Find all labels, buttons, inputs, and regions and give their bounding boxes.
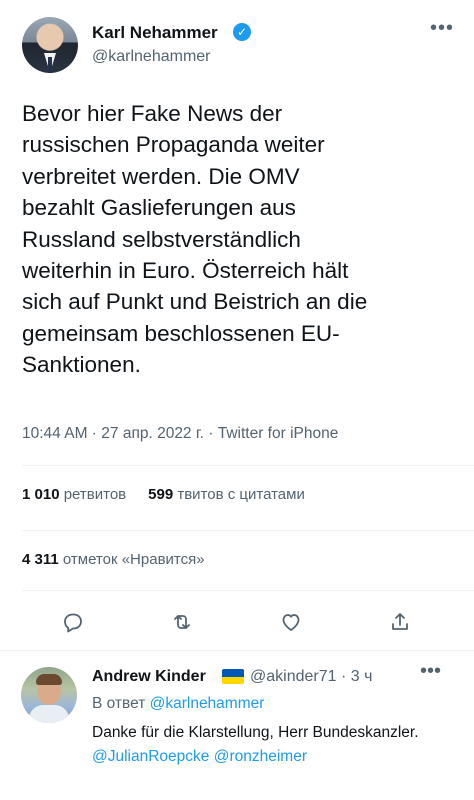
- reply-to-label: В ответ: [92, 695, 146, 712]
- reply-meta: @akinder71 · 3 ч: [250, 668, 372, 686]
- reply-author-name[interactable]: Andrew Kinder: [92, 668, 206, 686]
- author-avatar[interactable]: [22, 17, 78, 73]
- divider: [22, 590, 474, 591]
- share-button[interactable]: [382, 604, 418, 640]
- tweet-meta: 10:44 AM · 27 апр. 2022 г. · Twitter for…: [22, 425, 338, 443]
- divider: [0, 650, 474, 651]
- meta-separator: ·: [87, 425, 102, 442]
- reply-mention-2[interactable]: @ronzheimer: [214, 748, 307, 765]
- retweet-icon: [174, 615, 190, 629]
- reply-more-options-icon[interactable]: •••: [420, 661, 441, 681]
- retweet-button[interactable]: [164, 604, 200, 640]
- retweets-stat[interactable]: 1 010 ретвитов: [22, 486, 126, 503]
- avatar-body: [29, 705, 69, 723]
- retweet-stats: 1 010 ретвитов 599 твитов с цитатами: [22, 486, 305, 503]
- reply-tweet[interactable]: Andrew Kinder @akinder71 · 3 ч ••• В отв…: [0, 655, 474, 800]
- tweet-source[interactable]: Twitter for iPhone: [218, 425, 339, 442]
- quotes-label: твитов с цитатами: [177, 486, 305, 503]
- reply-to-line: В ответ @karlnehammer: [92, 695, 264, 713]
- author-name[interactable]: Karl Nehammer: [92, 23, 218, 43]
- divider: [22, 465, 474, 466]
- likes-stat[interactable]: 4 311 отметок «Нравится»: [22, 551, 205, 568]
- author-handle[interactable]: @karlnehammer: [92, 48, 211, 66]
- quotes-count: 599: [148, 486, 174, 503]
- tweet-date[interactable]: 27 апр. 2022 г.: [101, 425, 204, 442]
- reply-author-handle[interactable]: @akinder71: [250, 668, 337, 685]
- meta-separator: ·: [336, 668, 351, 685]
- more-options-icon[interactable]: •••: [430, 18, 454, 38]
- meta-separator: ·: [203, 425, 218, 442]
- tweet-time[interactable]: 10:44 AM: [22, 425, 88, 442]
- reply-button[interactable]: [55, 604, 91, 640]
- retweets-count: 1 010: [22, 486, 60, 503]
- reply-text: Danke für die Klarstellung, Herr Bundesk…: [92, 721, 464, 769]
- like-icon: [282, 614, 300, 631]
- share-icon: [392, 613, 408, 630]
- verified-badge-icon: ✓: [233, 23, 251, 41]
- avatar-tie: [48, 57, 52, 73]
- reply-time[interactable]: 3 ч: [351, 668, 373, 685]
- reply-text-body: Danke für die Klarstellung, Herr Bundesk…: [92, 724, 419, 741]
- retweets-label: ретвитов: [63, 486, 127, 503]
- likes-label: отметок «Нравится»: [62, 551, 205, 568]
- reply-icon: [64, 613, 82, 633]
- reply-to-mention[interactable]: @karlnehammer: [150, 695, 265, 712]
- divider: [22, 530, 474, 531]
- like-button[interactable]: [273, 604, 309, 640]
- avatar-hair: [36, 674, 62, 685]
- ukraine-flag-icon: [222, 669, 244, 684]
- tweet-text: Bevor hier Fake News der russischen Prop…: [22, 101, 368, 378]
- reply-mention-1[interactable]: @JulianRoepcke: [92, 748, 209, 765]
- likes-count: 4 311: [22, 551, 59, 568]
- quotes-stat[interactable]: 599 твитов с цитатами: [148, 486, 305, 503]
- tweet-actions: [0, 604, 474, 640]
- reply-author-avatar[interactable]: [21, 667, 77, 723]
- tweet-header: Karl Nehammer ✓ @karlnehammer •••: [22, 14, 454, 80]
